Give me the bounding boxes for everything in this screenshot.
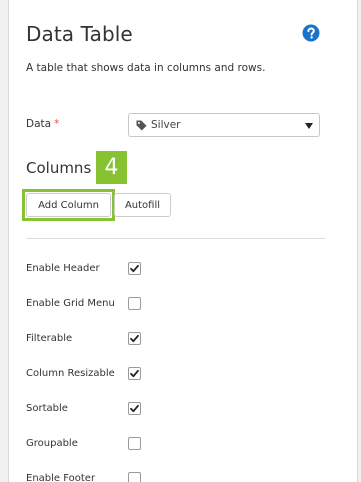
enable-header-checkbox[interactable]	[128, 262, 141, 275]
autofill-button[interactable]: Autofill	[114, 193, 171, 217]
chevron-down-icon	[305, 123, 313, 129]
option-label: Column Resizable	[26, 368, 115, 379]
filterable-checkbox[interactable]	[128, 332, 141, 345]
panel-title: Data Table	[26, 22, 133, 46]
option-enable-grid-menu: Enable Grid Menu	[26, 297, 156, 313]
tag-icon	[136, 120, 147, 131]
checkmark-icon	[130, 264, 139, 273]
properties-panel: Data Table A table that shows data in co…	[8, 0, 358, 482]
option-label: Enable Grid Menu	[26, 298, 115, 309]
groupable-checkbox[interactable]	[128, 437, 141, 450]
help-icon[interactable]	[302, 24, 320, 42]
data-select-value: Silver	[151, 119, 181, 131]
enable-grid-menu-checkbox[interactable]	[128, 297, 141, 310]
option-filterable: Filterable	[26, 332, 156, 348]
option-enable-footer: Enable Footer	[26, 472, 156, 482]
column-resizable-checkbox[interactable]	[128, 367, 141, 380]
option-enable-header: Enable Header	[26, 262, 156, 278]
checkmark-icon	[130, 369, 139, 378]
option-label: Filterable	[26, 333, 73, 344]
section-divider	[26, 238, 325, 239]
enable-footer-checkbox[interactable]	[128, 472, 141, 482]
data-label-text: Data	[26, 118, 52, 130]
data-field-label: Data *	[26, 118, 59, 130]
option-label: Enable Header	[26, 263, 100, 274]
option-sortable: Sortable	[26, 402, 156, 418]
required-marker: *	[54, 118, 60, 130]
checkmark-icon	[130, 334, 139, 343]
columns-heading: Columns	[26, 159, 92, 177]
option-label: Enable Footer	[26, 473, 96, 482]
option-label: Sortable	[26, 403, 68, 414]
checkmark-icon	[130, 404, 139, 413]
option-groupable: Groupable	[26, 437, 156, 453]
option-column-resizable: Column Resizable	[26, 367, 156, 383]
data-select[interactable]: Silver	[128, 113, 320, 137]
step-badge: 4	[96, 151, 127, 184]
sortable-checkbox[interactable]	[128, 402, 141, 415]
add-column-button[interactable]: Add Column	[26, 193, 111, 217]
option-label: Groupable	[26, 438, 78, 449]
panel-description: A table that shows data in columns and r…	[26, 62, 266, 74]
